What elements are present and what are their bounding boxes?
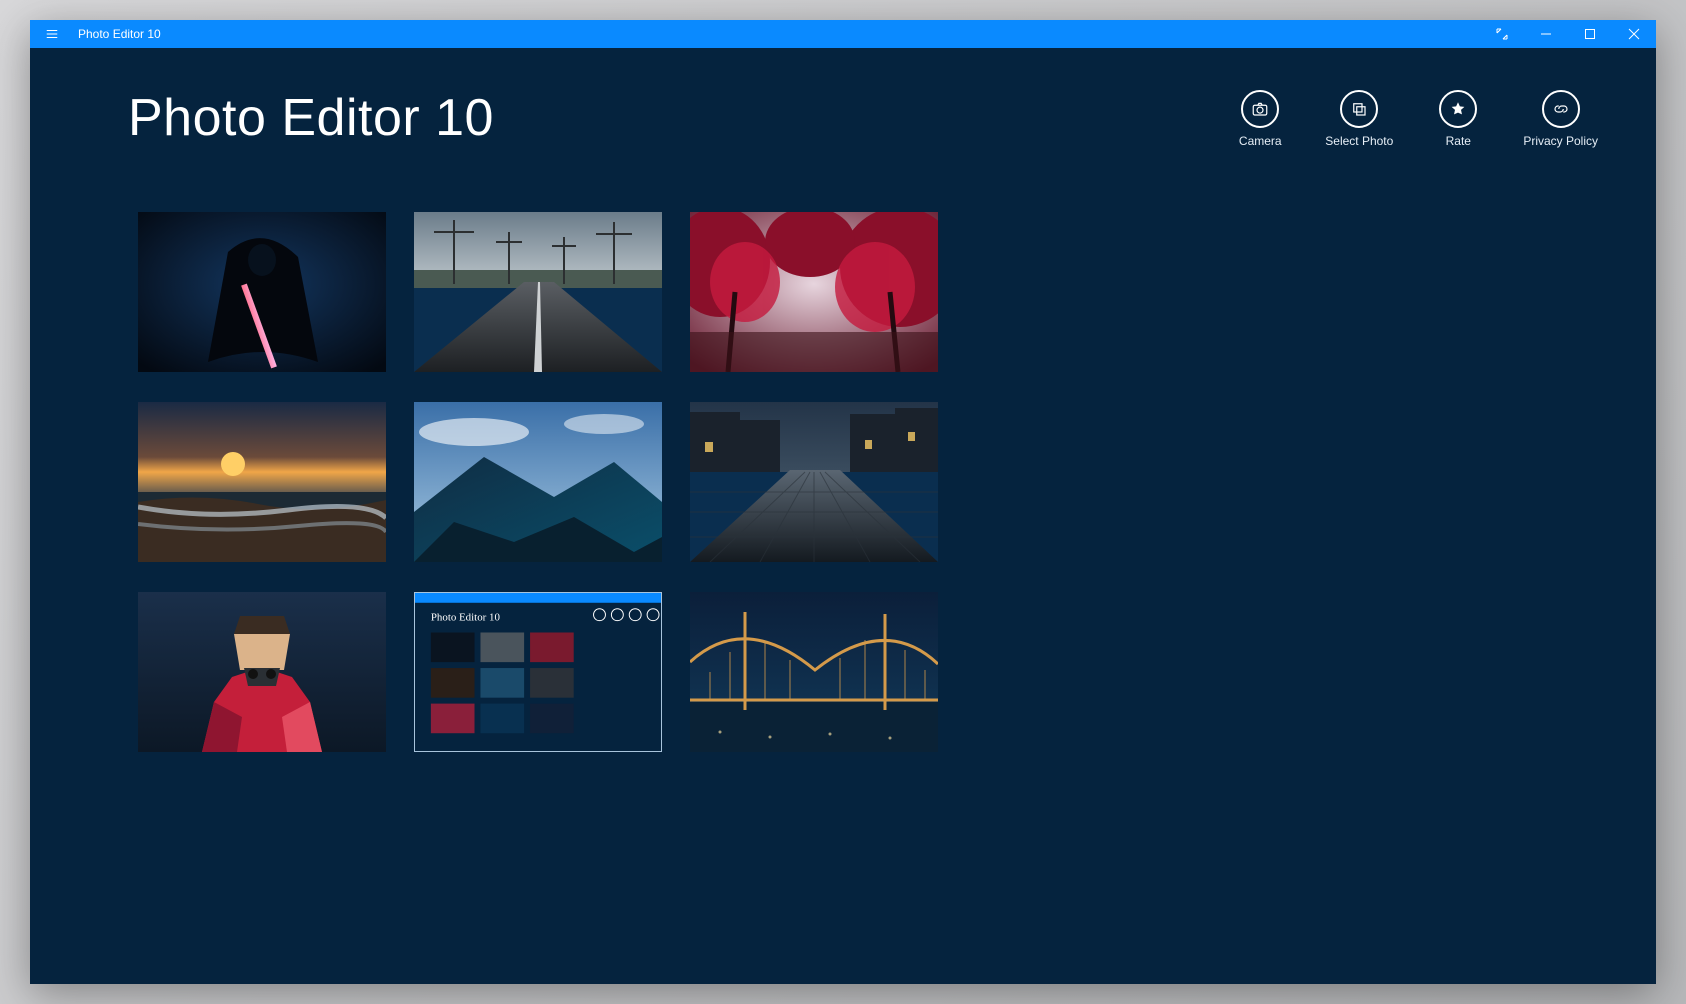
thumbnail-image — [414, 212, 662, 372]
select-photo-icon — [1350, 100, 1368, 118]
link-icon — [1552, 100, 1570, 118]
thumbnail-red-trees[interactable] — [690, 212, 938, 372]
thumbnail-bridge-night[interactable] — [690, 592, 938, 752]
window-title: Photo Editor 10 — [74, 27, 161, 41]
thumbnail-polygon-portrait[interactable] — [138, 592, 386, 752]
maximize-button[interactable] — [1568, 20, 1612, 48]
app-window: Photo Editor 10 Photo Editor 10 — [30, 20, 1656, 984]
fullscreen-button[interactable] — [1480, 20, 1524, 48]
thumbnail-image: Photo Editor 10 — [415, 593, 661, 751]
thumbnail-image — [414, 402, 662, 562]
action-label: Privacy Policy — [1523, 134, 1598, 148]
camera-button[interactable]: Camera — [1231, 90, 1289, 148]
close-button[interactable] — [1612, 20, 1656, 48]
thumbnail-street[interactable] — [690, 402, 938, 562]
page-title: Photo Editor 10 — [128, 88, 494, 148]
thumbnail-image — [690, 402, 938, 562]
thumbnail-image — [690, 592, 938, 752]
thumbnail-image — [138, 402, 386, 562]
thumbnail-image — [138, 592, 386, 752]
close-icon — [1628, 28, 1640, 40]
minimize-button[interactable] — [1524, 20, 1568, 48]
header-row: Photo Editor 10 Camera — [128, 88, 1616, 148]
thumbnail-image — [138, 212, 386, 372]
thumbnail-beach-sunset[interactable] — [138, 402, 386, 562]
thumbnail-grid: Photo Editor 10 — [138, 212, 938, 752]
maximize-icon — [1584, 28, 1596, 40]
thumbnail-app-screenshot[interactable]: Photo Editor 10 — [414, 592, 662, 752]
inner-app-title: Photo Editor 10 — [431, 612, 501, 624]
action-label: Camera — [1239, 134, 1282, 148]
hamburger-menu-button[interactable] — [30, 20, 74, 48]
thumbnail-mountain[interactable] — [414, 402, 662, 562]
hamburger-icon — [45, 27, 59, 41]
privacy-policy-button[interactable]: Privacy Policy — [1523, 90, 1598, 148]
camera-icon — [1251, 100, 1269, 118]
select-photo-button[interactable]: Select Photo — [1325, 90, 1393, 148]
star-icon — [1449, 100, 1467, 118]
thumbnail-image — [690, 212, 938, 372]
content-area: Photo Editor 10 Camera — [30, 48, 1656, 984]
thumbnail-dark-figure[interactable] — [138, 212, 386, 372]
action-bar: Camera Select Photo — [1231, 90, 1598, 148]
minimize-icon — [1540, 28, 1552, 40]
fullscreen-icon — [1496, 28, 1508, 40]
thumbnail-road[interactable] — [414, 212, 662, 372]
action-label: Rate — [1446, 134, 1471, 148]
action-label: Select Photo — [1325, 134, 1393, 148]
rate-button[interactable]: Rate — [1429, 90, 1487, 148]
title-bar: Photo Editor 10 — [30, 20, 1656, 48]
